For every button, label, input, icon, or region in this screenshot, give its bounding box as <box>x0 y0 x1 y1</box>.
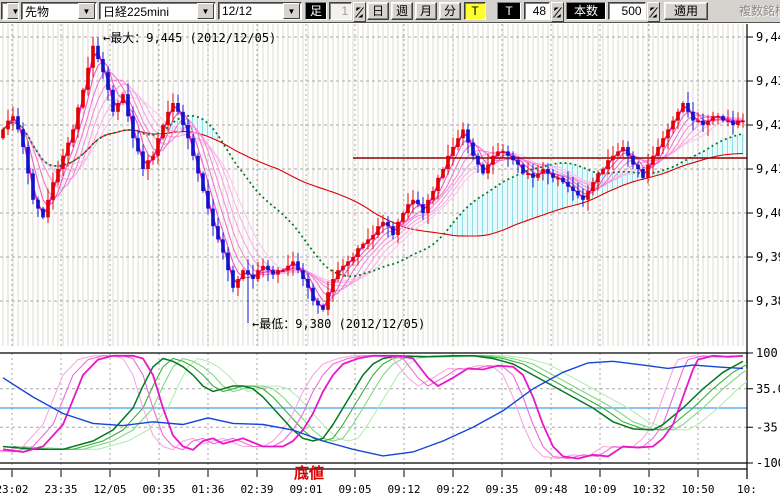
multi-symbol-button[interactable]: 複数銘柄 <box>733 2 780 20</box>
oscillator-tick-label: -100.00 <box>756 456 780 470</box>
period-minute-button[interactable]: 分 <box>439 2 461 20</box>
date-value: 12/12 <box>222 4 252 18</box>
mini-dropdown[interactable]: ▼ <box>1 2 19 20</box>
honsu-value: 500 <box>608 2 646 20</box>
symbol-value: 日経225mini <box>103 3 169 20</box>
time-tick-label: 02:39 <box>240 483 273 496</box>
chevron-down-icon[interactable]: ▼ <box>7 3 19 19</box>
time-tick-label: 10:50 <box>681 483 714 496</box>
time-tick-label: 09:35 <box>485 483 518 496</box>
symbol-type-value: 先物 <box>25 3 49 20</box>
oscillator-tick-label: -35.00 <box>756 420 780 434</box>
tick-mode-button[interactable]: T <box>497 2 521 20</box>
period-tick-button[interactable]: T <box>464 2 486 20</box>
time-tick-label: 10:09 <box>583 483 616 496</box>
chart-area: 9,445 9,435 9,425 9,415 9,405 9,395 9,385 ←最大：9… <box>0 22 780 500</box>
time-tick-label: 09:48 <box>534 483 567 496</box>
symbol-type-select[interactable]: 先物 ▼ <box>21 2 97 20</box>
min-annotation: ←最低：9,380 (2012/12/05) <box>252 317 425 331</box>
tick-count-value: 48 <box>524 2 550 20</box>
honsu-spinner[interactable]: 500 <box>608 2 660 20</box>
apply-button[interactable]: 適用 <box>664 2 708 20</box>
price-tick-label: 9,415 <box>756 162 780 176</box>
interval-spinner[interactable]: 1 <box>329 2 366 20</box>
date-select[interactable]: 12/12 ▼ <box>218 2 302 20</box>
toolbar: ▼ 先物 ▼ 日経225mini ▼ 12/12 ▼ 足 1 日 週 月 分 T… <box>0 0 780 23</box>
time-tick-label: 10:32 <box>632 483 665 496</box>
period-month-button[interactable]: 月 <box>415 2 437 20</box>
time-tick-label: 09:12 <box>387 483 420 496</box>
price-oscillator-chart[interactable]: 9,445 9,435 9,425 9,415 9,405 9,395 9,385 ←最大：9… <box>0 22 780 500</box>
chevron-down-icon[interactable]: ▼ <box>78 3 95 19</box>
time-tick-label: 09:22 <box>436 483 469 496</box>
price-tick-label: 9,435 <box>756 74 780 88</box>
chevron-down-icon[interactable]: ▼ <box>283 3 300 19</box>
spinner-icon[interactable] <box>551 2 564 22</box>
honsu-button[interactable]: 本数 <box>566 2 606 20</box>
symbol-select[interactable]: 日経225mini ▼ <box>99 2 216 20</box>
oscillator-tick-label: 100.00 <box>756 346 780 360</box>
time-tick-label: 09:05 <box>338 483 371 496</box>
oscillator-tick-label: 35.00 <box>756 382 780 396</box>
max-annotation: ←最大：9,445 (2012/12/05) <box>103 31 276 45</box>
spinner-icon[interactable] <box>647 2 660 22</box>
period-week-button[interactable]: 週 <box>391 2 413 20</box>
time-tick-label: 00:35 <box>142 483 175 496</box>
time-tick-label: 12/05 <box>93 483 126 496</box>
bottom-price-label: 底値 <box>294 464 324 482</box>
spinner-icon[interactable] <box>353 2 366 22</box>
time-tick-label: 10: <box>737 483 757 496</box>
tick-count-spinner[interactable]: 48 <box>524 2 564 20</box>
period-day-button[interactable]: 日 <box>367 2 389 20</box>
time-tick-label: 01:36 <box>191 483 224 496</box>
time-tick-label: 23:35 <box>44 483 77 496</box>
price-tick-label: 9,425 <box>756 118 780 132</box>
interval-value: 1 <box>329 2 352 20</box>
price-tick-label: 9,395 <box>756 250 780 264</box>
price-tick-label: 9,445 <box>756 30 780 44</box>
price-tick-label: 9,385 <box>756 294 780 308</box>
time-tick-label: 23:02 <box>0 483 29 496</box>
price-tick-label: 9,405 <box>756 206 780 220</box>
ashi-button[interactable]: 足 <box>305 2 327 20</box>
time-tick-label: 09:01 <box>289 483 322 496</box>
chevron-down-icon[interactable]: ▼ <box>197 3 214 19</box>
